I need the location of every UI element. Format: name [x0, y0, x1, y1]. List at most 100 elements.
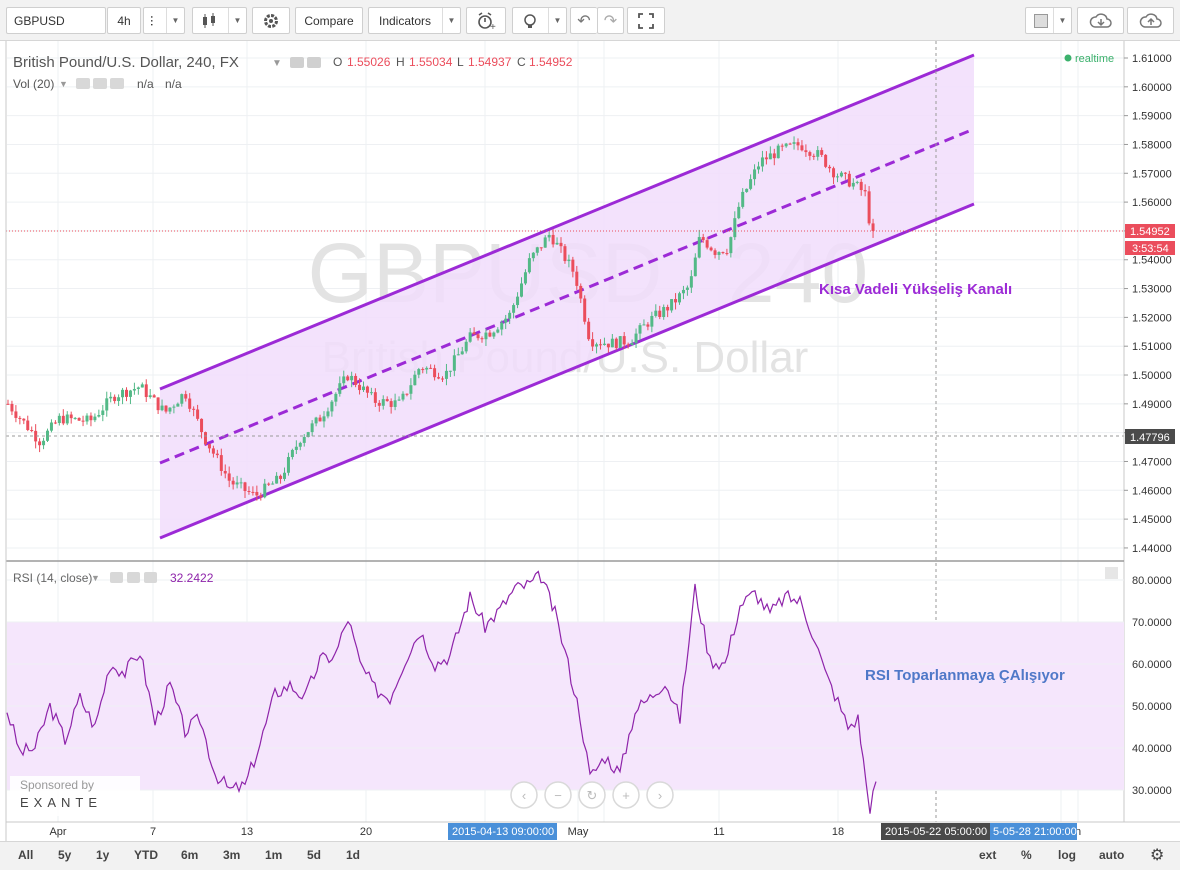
rsi-annotation-label[interactable]: RSI Toparlanmaya ÇAlışıyor: [865, 667, 1065, 684]
vol-value-1: n/a: [137, 77, 154, 91]
vol-label: Vol (20): [13, 77, 54, 91]
range-button-1d[interactable]: 1d: [346, 848, 360, 862]
rsi-tick-label: 80.0000: [1132, 575, 1172, 587]
candle: [760, 157, 764, 167]
low-label: L: [457, 55, 464, 69]
gear-icon[interactable]: [127, 572, 140, 583]
load-chart-button[interactable]: [1077, 7, 1124, 34]
channel-label[interactable]: Kısa Vadeli Yükseliş Kanalı: [819, 281, 1012, 298]
candle: [227, 473, 231, 481]
candle: [140, 384, 144, 388]
eye-icon[interactable]: [290, 57, 304, 68]
candle: [816, 150, 820, 157]
rsi-axis[interactable]: 80.0000 70.0000 60.0000 50.0000 40.0000 30.00…: [1132, 575, 1172, 797]
time-tick-label: 7: [150, 826, 156, 838]
candle: [215, 453, 219, 456]
chevron-down-icon[interactable]: ▼: [272, 58, 282, 69]
candle: [362, 386, 365, 391]
ideas-button[interactable]: ▼: [512, 7, 567, 34]
gear-icon: [264, 13, 278, 28]
maximize-pane-icon[interactable]: [1105, 567, 1118, 579]
scale-button-ext[interactable]: ext: [979, 848, 996, 862]
gear-icon[interactable]: [93, 78, 107, 89]
candle: [144, 384, 148, 398]
time-tick-label: 11: [713, 826, 724, 838]
candle: [768, 153, 772, 160]
range-button-5y[interactable]: 5y: [58, 848, 71, 862]
time-tick-label: Apr: [49, 826, 66, 838]
close-label: C: [517, 55, 526, 69]
eye-icon[interactable]: [76, 78, 90, 89]
candle: [512, 305, 516, 313]
symbol-text: GBPUSD: [14, 13, 65, 28]
candle: [429, 367, 433, 369]
gear-icon[interactable]: [307, 57, 321, 68]
range-button-6m[interactable]: 6m: [181, 848, 198, 862]
candle: [381, 399, 385, 406]
candle: [373, 392, 377, 403]
symbol-search-input[interactable]: GBPUSD: [6, 7, 106, 34]
candle: [685, 287, 689, 290]
layout-button[interactable]: ▼: [1025, 7, 1072, 34]
alert-button[interactable]: +: [466, 7, 506, 34]
candle: [456, 354, 460, 356]
chart-style-button[interactable]: ▼: [192, 7, 247, 34]
candle: [721, 252, 725, 254]
candle: [488, 332, 492, 337]
candle: [358, 384, 362, 391]
scale-button-log[interactable]: log: [1058, 848, 1076, 862]
range-button-5d[interactable]: 5d: [307, 848, 321, 862]
candle: [713, 250, 717, 255]
candle: [342, 376, 346, 384]
redo-button[interactable]: ↷: [597, 7, 624, 34]
candle: [93, 416, 97, 421]
indicators-button[interactable]: Indicators ▼: [368, 7, 461, 34]
range-button-1y[interactable]: 1y: [96, 848, 109, 862]
interval-menu-button[interactable]: ... ▼: [143, 7, 185, 34]
scale-button-percent[interactable]: %: [1021, 848, 1032, 862]
scale-button-auto[interactable]: auto: [1099, 848, 1124, 862]
candle: [851, 182, 855, 187]
candle: [61, 415, 65, 424]
fullscreen-button[interactable]: [627, 7, 665, 34]
undo-button[interactable]: ↶: [570, 7, 597, 34]
compare-button[interactable]: Compare: [295, 7, 363, 34]
price-tick-label: 1.57000: [1132, 168, 1172, 180]
eye-icon[interactable]: [110, 572, 123, 583]
candle: [314, 417, 318, 424]
range-button-all[interactable]: All: [18, 848, 33, 862]
compare-label: Compare: [304, 13, 354, 28]
candle: [85, 415, 89, 422]
candle: [290, 449, 294, 458]
price-axis[interactable]: 1.61000 1.60000 1.59000 1.58000 1.57000 1.560…: [1124, 53, 1172, 555]
chevron-down-icon[interactable]: ▼: [59, 79, 68, 89]
candle: [117, 397, 121, 402]
price-tick-label: 1.46000: [1132, 485, 1172, 497]
chevron-right-icon: ›: [658, 788, 662, 803]
save-chart-button[interactable]: [1127, 7, 1174, 34]
candle: [567, 259, 571, 262]
range-button-1m[interactable]: 1m: [265, 848, 282, 862]
candle: [602, 343, 606, 345]
close-icon[interactable]: [144, 572, 157, 583]
settings-button[interactable]: [252, 7, 290, 34]
candle: [14, 411, 18, 418]
range-button-ytd[interactable]: YTD: [134, 848, 158, 862]
close-icon[interactable]: [110, 78, 124, 89]
candle: [737, 206, 741, 219]
candle: [472, 332, 476, 335]
time-tick-label: 18: [832, 826, 844, 838]
range-button-3m[interactable]: 3m: [223, 848, 240, 862]
rsi-tick-label: 40.0000: [1132, 743, 1172, 755]
candle: [610, 338, 614, 348]
candle: [425, 367, 429, 370]
candle: [772, 153, 776, 159]
chevron-down-icon[interactable]: ▼: [91, 573, 100, 583]
candle: [587, 321, 591, 340]
candle: [843, 172, 847, 174]
chart-area[interactable]: GBPUSD 240 British Pound/U.S. Dollar Kıs…: [0, 41, 1180, 841]
candle: [784, 143, 788, 147]
candle: [717, 252, 721, 255]
gear-icon[interactable]: ⚙: [1150, 845, 1164, 865]
interval-button[interactable]: 4h: [107, 7, 141, 34]
